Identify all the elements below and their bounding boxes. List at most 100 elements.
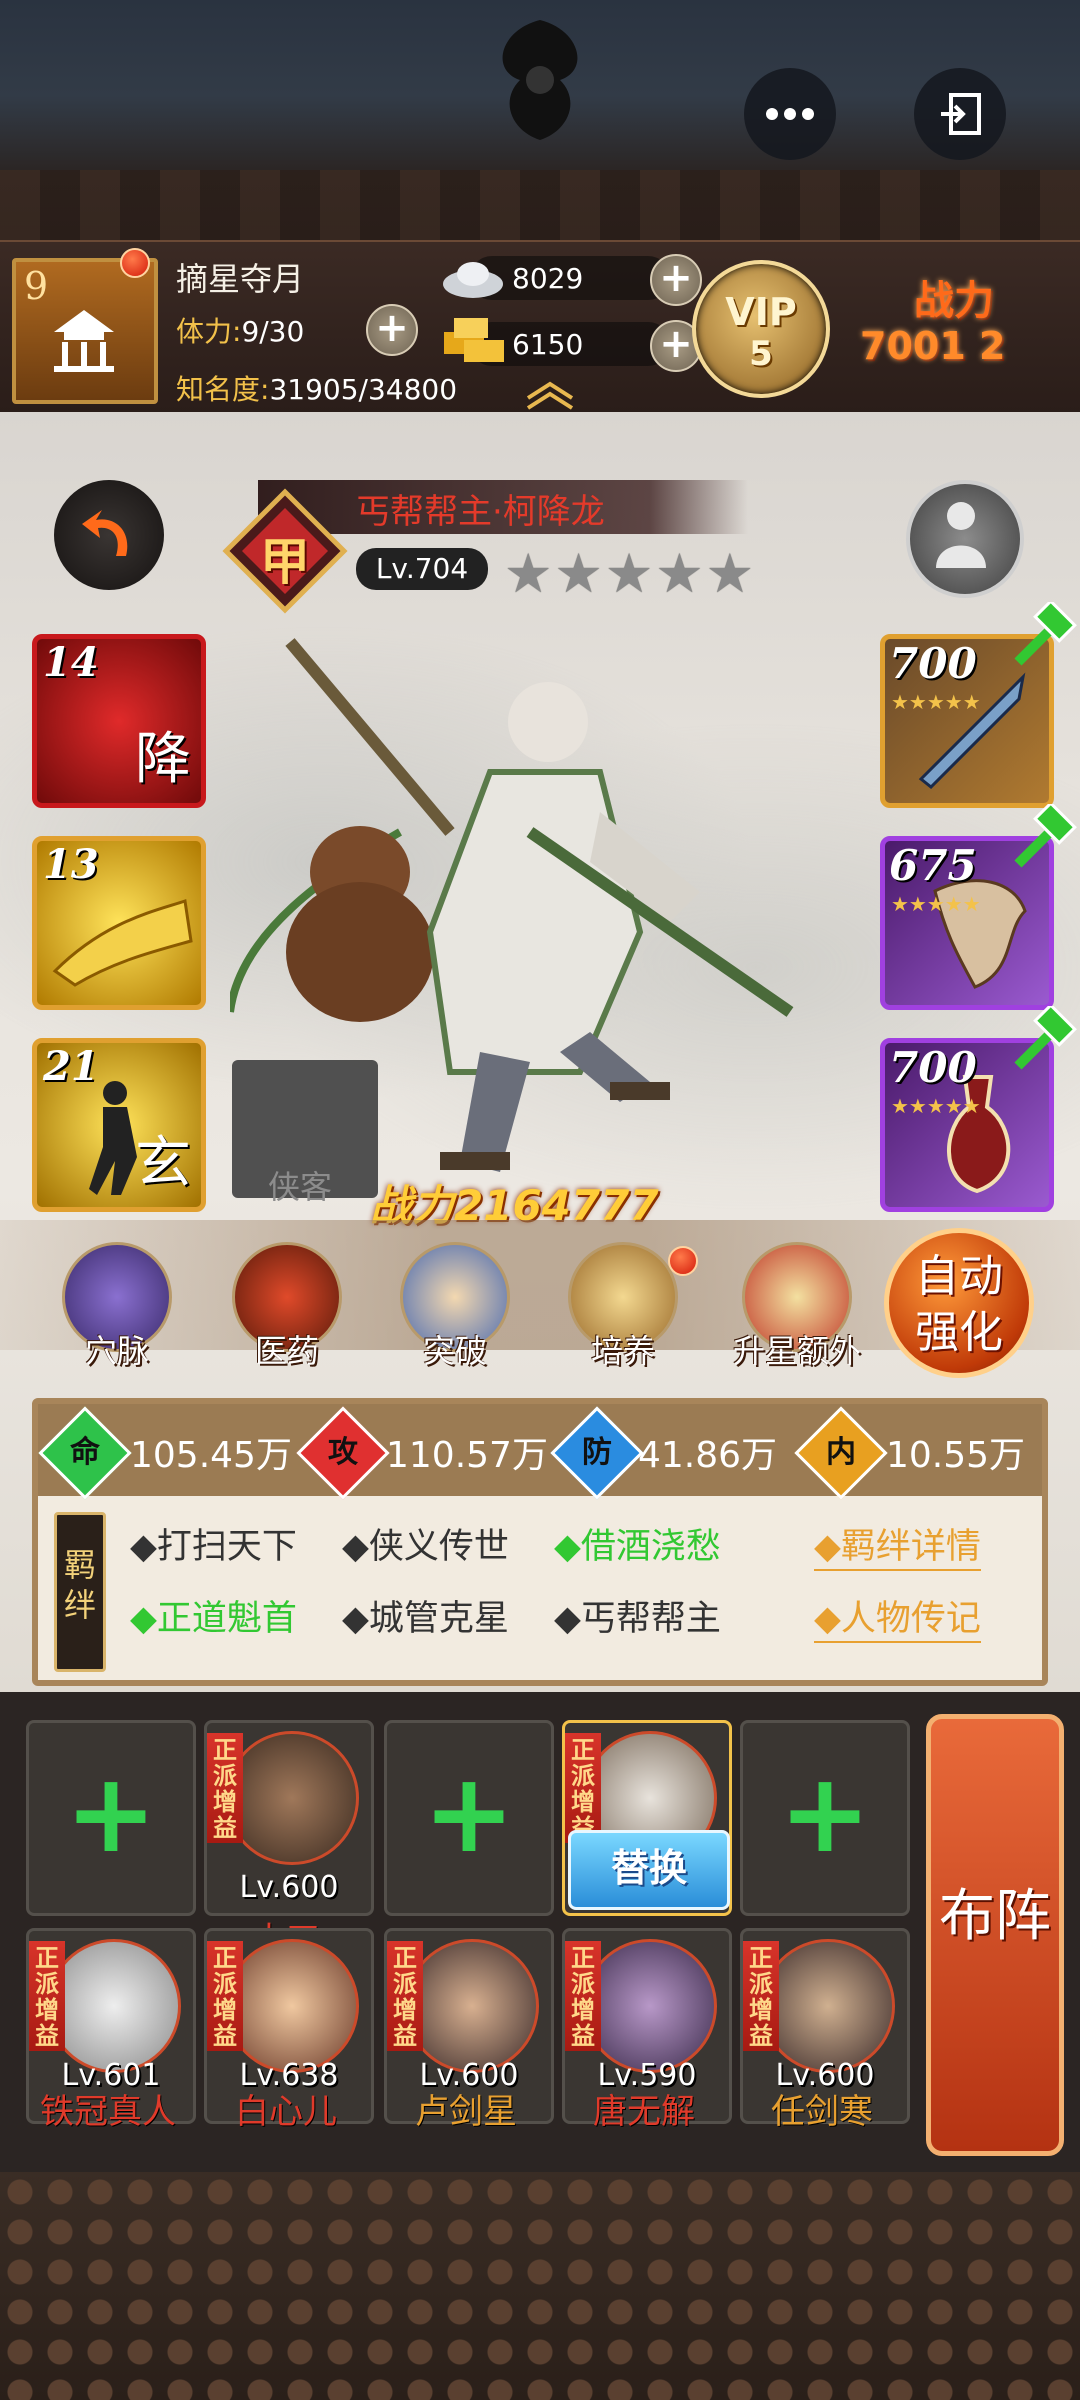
member-portrait xyxy=(405,1939,539,2073)
monk-portrait-button[interactable] xyxy=(906,480,1024,598)
bottom-decorative-pattern xyxy=(0,2172,1080,2400)
life-stat-icon: 命 xyxy=(38,1406,132,1500)
equip-stars: ★★★★★ xyxy=(891,892,981,916)
add-member-icon: + xyxy=(64,1749,158,1877)
defense-stat-icon: 防 xyxy=(550,1406,644,1500)
cultivate-label: 培养 xyxy=(590,1332,655,1370)
skill-slot-2[interactable]: 13 xyxy=(32,836,206,1010)
fame-label: 知名度: xyxy=(176,373,270,406)
stamina: 体力:9/30 xyxy=(176,310,304,350)
silver-ingot-icon xyxy=(443,262,503,298)
skill-char: 降 xyxy=(135,727,191,792)
medicine-label: 医药 xyxy=(254,1332,319,1370)
skill-level: 14 xyxy=(43,639,99,686)
skill-slot-3[interactable]: 21 玄 xyxy=(32,1038,206,1212)
gold-ingot-icon xyxy=(444,318,504,362)
member-name: 卢剑星 xyxy=(415,2092,517,2132)
member-portrait xyxy=(225,1731,359,1865)
back-arrow-icon xyxy=(82,510,128,556)
hero-level: Lv.704 xyxy=(356,548,488,590)
member-name: 白心儿 xyxy=(235,2092,337,2132)
back-button[interactable] xyxy=(54,480,164,590)
upgrade-hammer-icon[interactable] xyxy=(1008,804,1078,874)
equip-stars: ★★★★★ xyxy=(891,1094,981,1118)
inner-stat-icon: 内 xyxy=(794,1406,888,1500)
bond-detail-link[interactable]: ◆羁绊详情 xyxy=(814,1518,981,1571)
attribute-panel: 命 105.45万 攻 110.57万 防 41.86万 内 10.55万 羁绊… xyxy=(32,1398,1048,1686)
attack-stat-icon: 攻 xyxy=(296,1406,390,1500)
member-portrait xyxy=(47,1939,181,2073)
auto-enhance-button[interactable]: 自动 强化 xyxy=(884,1228,1034,1378)
team-slot-empty[interactable]: + xyxy=(26,1720,196,1916)
more-dots-icon xyxy=(766,108,814,120)
biography-link[interactable]: ◆人物传记 xyxy=(814,1590,981,1643)
replace-button[interactable]: 替换 xyxy=(568,1830,730,1910)
pavilion-icon xyxy=(54,310,114,372)
exit-button[interactable] xyxy=(914,68,1006,160)
player-info-bar: 9 摘星夺月 体力:9/30 + 知名度:31905/34800 8029 + … xyxy=(0,240,1080,416)
inner-stat-value: 10.55万 xyxy=(886,1435,1026,1476)
breakthrough-button[interactable]: 突破 xyxy=(390,1242,520,1372)
member-portrait xyxy=(761,1939,895,2073)
star-up-extra-button[interactable]: 升星额外 xyxy=(722,1242,872,1372)
more-options-button[interactable] xyxy=(744,68,836,160)
vip-badge[interactable]: VIP 5 xyxy=(692,260,830,398)
skill-level: 13 xyxy=(43,841,99,888)
skill-slot-1[interactable]: 14 降 xyxy=(32,634,206,808)
life-stat-value: 105.45万 xyxy=(130,1435,292,1476)
exit-icon xyxy=(941,93,981,135)
player-name: 摘星夺月 xyxy=(176,260,305,298)
star-up-extra-label: 升星额外 xyxy=(732,1332,861,1370)
bond-item: ◆侠义传世 xyxy=(342,1527,509,1567)
team-slot-empty[interactable]: + xyxy=(740,1720,910,1916)
formation-label: 布阵 xyxy=(939,1884,1051,1949)
medicine-button[interactable]: 医药 xyxy=(222,1242,352,1372)
boost-tag: 正派增益 xyxy=(207,1941,243,2051)
skill-level: 21 xyxy=(43,1043,99,1090)
equip-level: 675 xyxy=(889,841,977,890)
breakthrough-label: 突破 xyxy=(422,1332,487,1370)
roof-ornament-icon xyxy=(502,20,578,140)
member-name: 任剑寒 xyxy=(771,2092,873,2132)
expand-chevron-icon[interactable] xyxy=(524,380,576,410)
hero-character-art xyxy=(230,638,794,1172)
attack-stat-char: 攻 xyxy=(328,1435,358,1470)
member-name: 唐无解 xyxy=(593,2092,695,2132)
add-stamina-button[interactable]: + xyxy=(366,304,418,356)
boost-tag: 正派增益 xyxy=(565,1941,601,2051)
equip-level: 700 xyxy=(889,639,977,688)
player-avatar[interactable]: 9 xyxy=(12,258,158,404)
rank-char: 甲 xyxy=(260,533,310,591)
gold-amount: 6150 xyxy=(512,328,584,361)
golden-horn-icon xyxy=(52,899,193,987)
bond-item-active: ◆借酒浇愁 xyxy=(554,1527,721,1567)
team-slot-empty[interactable]: + xyxy=(384,1720,554,1916)
add-member-icon: + xyxy=(422,1749,516,1877)
skill-char: 玄 xyxy=(135,1131,191,1196)
boost-tag: 正派增益 xyxy=(207,1733,243,1843)
team-lineup-area: + 正派增益 Lv.600 火工 + 正派增益 + 正派增益 Lv.601 铁冠… xyxy=(0,1692,1080,2172)
member-level: Lv.600 xyxy=(239,1870,339,1905)
meridian-button[interactable]: 穴脉 xyxy=(52,1242,182,1372)
boost-tag: 正派增益 xyxy=(29,1941,65,2051)
equip-stars: ★★★★★ xyxy=(891,690,981,714)
hero-detail-panel: 甲 丐帮帮主·柯降龙 Lv.704 ★★★★★ 14 降 13 21 玄 侠客 xyxy=(0,412,1080,1692)
member-portrait xyxy=(225,1939,359,2073)
member-name: 铁冠真人 xyxy=(40,2092,176,2132)
formation-button[interactable]: 布阵 xyxy=(926,1714,1064,2156)
combat-power-display: 战力 7001 2 xyxy=(860,262,1070,392)
vip-label: VIP xyxy=(725,290,797,334)
team-slot-member[interactable]: 正派增益 Lv.600 xyxy=(204,1720,374,1916)
add-silver-button[interactable]: + xyxy=(650,254,702,306)
boost-tag: 正派增益 xyxy=(743,1941,779,2051)
bond-item: ◆城管克星 xyxy=(342,1599,509,1639)
boost-tag: 正派增益 xyxy=(565,1733,601,1843)
upgrade-hammer-icon[interactable] xyxy=(1008,602,1078,672)
attack-stat-value: 110.57万 xyxy=(386,1435,548,1476)
upgrade-hammer-icon[interactable] xyxy=(1008,1006,1078,1076)
bond-item: ◆丐帮帮主 xyxy=(554,1599,721,1639)
bond-item: ◆打扫天下 xyxy=(130,1527,297,1567)
defense-stat-char: 防 xyxy=(582,1435,612,1470)
fame: 知名度:31905/34800 xyxy=(176,368,457,408)
vip-level: 5 xyxy=(749,334,773,374)
